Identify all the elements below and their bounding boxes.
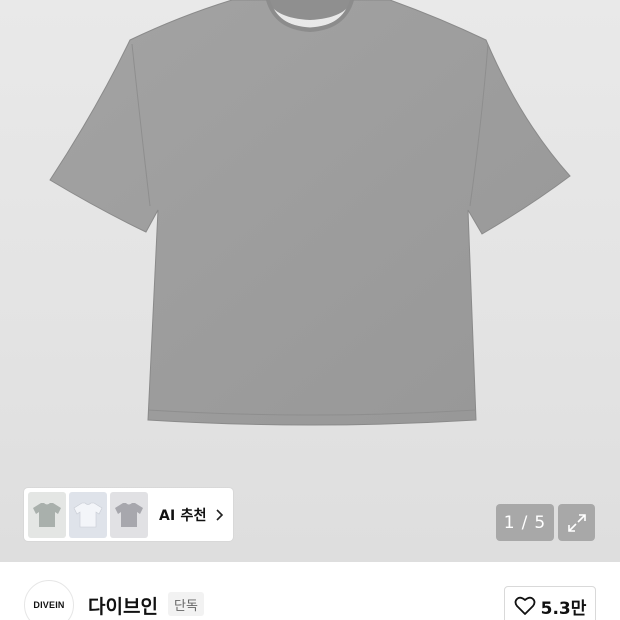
expand-image-button[interactable] [558,504,595,541]
like-button[interactable]: 5.3만 [504,586,596,620]
ai-recommend-panel[interactable]: AI 추천 [24,488,233,541]
brand-logo[interactable]: DIVEIN [24,580,74,620]
like-count: 5.3만 [540,598,587,619]
expand-icon [567,513,586,532]
tshirt-thumb-icon [115,502,143,527]
ai-recommend-label[interactable]: AI 추천 [159,505,207,525]
image-counter: 1 / 5 [496,504,554,541]
brand-row: DIVEIN 다이브인 단독 5.3만 [0,562,620,620]
image-counter-total: 5 [534,512,547,533]
image-counter-separator: / [521,512,529,533]
image-counter-current: 1 [503,512,516,533]
exclusive-badge: 단독 [168,592,204,616]
heart-icon [514,596,536,615]
tshirt-thumb-icon [73,502,103,527]
tshirt-thumb-icon [33,502,61,527]
ai-recommend-thumbnail[interactable] [28,491,66,538]
ai-recommend-thumbnail[interactable] [110,491,148,538]
brand-name[interactable]: 다이브인 [88,592,158,619]
chevron-right-icon [216,508,223,521]
product-image-gallery[interactable]: AI 추천 1 / 5 [0,0,620,562]
product-image [49,0,571,426]
ai-recommend-thumbnail[interactable] [69,491,107,538]
